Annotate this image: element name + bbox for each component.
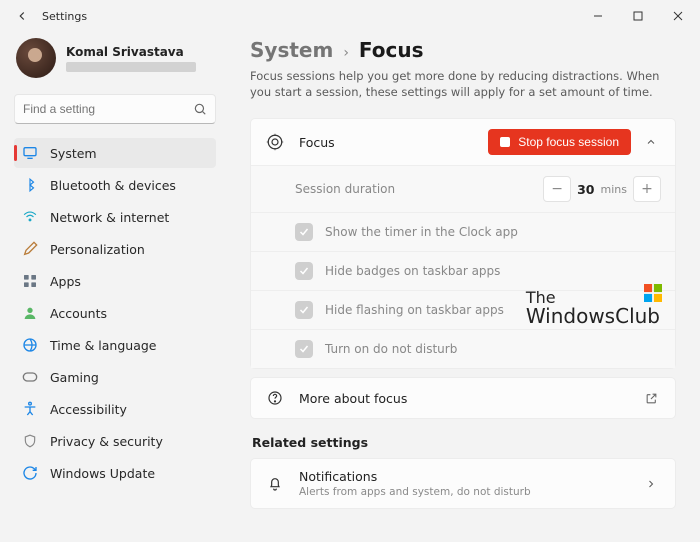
sidebar: Komal Srivastava System Bluetooth & devi… (0, 32, 226, 542)
checkbox-checked-icon[interactable] (295, 223, 313, 241)
bluetooth-icon (22, 177, 38, 193)
nav-item-system[interactable]: System (14, 138, 216, 168)
nav-item-accessibility[interactable]: Accessibility (14, 394, 216, 424)
focus-option-row[interactable]: Turn on do not disturb (251, 329, 675, 368)
nav-item-apps[interactable]: Apps (14, 266, 216, 296)
focus-option-label: Turn on do not disturb (325, 342, 457, 356)
back-button[interactable] (14, 8, 30, 24)
chevron-up-icon[interactable] (641, 132, 661, 152)
nav-item-update[interactable]: Windows Update (14, 458, 216, 488)
nav-label: Windows Update (50, 466, 155, 481)
person-icon (22, 305, 38, 321)
stop-icon (500, 137, 510, 147)
focus-icon (265, 132, 285, 152)
nav-list: System Bluetooth & devices Network & int… (14, 138, 216, 488)
focus-option-label: Hide badges on taskbar apps (325, 264, 500, 278)
more-about-focus-card[interactable]: More about focus (250, 377, 676, 419)
nav-item-time-language[interactable]: Time & language (14, 330, 216, 360)
stop-button-label: Stop focus session (518, 135, 619, 149)
breadcrumb: System › Focus (250, 38, 676, 62)
focus-card: Focus Stop focus session Session duratio… (250, 118, 676, 369)
focus-header-row[interactable]: Focus Stop focus session (251, 119, 675, 165)
duration-increment[interactable]: + (633, 176, 661, 202)
nav-item-gaming[interactable]: Gaming (14, 362, 216, 392)
nav-label: Bluetooth & devices (50, 178, 176, 193)
external-link-icon (641, 388, 661, 408)
nav-label: Privacy & security (50, 434, 163, 449)
accessibility-icon (22, 401, 38, 417)
nav-label: Network & internet (50, 210, 169, 225)
duration-decrement[interactable]: − (543, 176, 571, 202)
related-settings-title: Related settings (252, 435, 676, 450)
focus-option-label: Show the timer in the Clock app (325, 225, 518, 239)
stop-focus-button[interactable]: Stop focus session (488, 129, 631, 155)
search-input[interactable] (23, 102, 193, 116)
focus-header-label: Focus (299, 135, 335, 150)
window-title: Settings (42, 10, 87, 23)
nav-label: Personalization (50, 242, 145, 257)
shield-icon (22, 433, 38, 449)
focus-option-row[interactable]: Hide badges on taskbar apps (251, 251, 675, 290)
page-title: Focus (359, 38, 424, 62)
nav-label: Gaming (50, 370, 99, 385)
breadcrumb-separator: › (343, 45, 349, 61)
notifications-title: Notifications (299, 469, 531, 484)
close-button[interactable] (658, 2, 698, 30)
focus-option-row[interactable]: Show the timer in the Clock app (251, 212, 675, 251)
apps-icon (22, 273, 38, 289)
notifications-subtitle: Alerts from apps and system, do not dist… (299, 486, 531, 498)
focus-option-row[interactable]: Hide flashing on taskbar apps (251, 290, 675, 329)
nav-label: Accounts (50, 306, 107, 321)
system-icon (22, 145, 38, 161)
checkbox-checked-icon[interactable] (295, 340, 313, 358)
page-description: Focus sessions help you get more done by… (250, 68, 670, 100)
session-duration-label: Session duration (295, 182, 395, 196)
profile-name: Komal Srivastava (66, 45, 196, 59)
nav-item-personalization[interactable]: Personalization (14, 234, 216, 264)
notifications-card[interactable]: Notifications Alerts from apps and syste… (250, 458, 676, 509)
nav-item-accounts[interactable]: Accounts (14, 298, 216, 328)
titlebar: Settings (0, 0, 700, 32)
update-icon (22, 465, 38, 481)
more-about-focus-label: More about focus (299, 391, 407, 406)
nav-label: Apps (50, 274, 81, 289)
nav-item-network[interactable]: Network & internet (14, 202, 216, 232)
duration-unit: mins (601, 183, 627, 196)
clock-globe-icon (22, 337, 38, 353)
nav-label: Time & language (50, 338, 156, 353)
chevron-right-icon (641, 474, 661, 494)
checkbox-checked-icon[interactable] (295, 301, 313, 319)
profile-block[interactable]: Komal Srivastava (14, 32, 216, 88)
session-duration-row: Session duration − 30 mins + (251, 165, 675, 212)
checkbox-checked-icon[interactable] (295, 262, 313, 280)
main-content: System › Focus Focus sessions help you g… (226, 32, 700, 542)
search-icon (193, 102, 207, 116)
gamepad-icon (22, 369, 38, 385)
paintbrush-icon (22, 241, 38, 257)
search-box[interactable] (14, 94, 216, 124)
nav-item-privacy[interactable]: Privacy & security (14, 426, 216, 456)
avatar (16, 38, 56, 78)
maximize-button[interactable] (618, 2, 658, 30)
duration-stepper: − 30 mins + (543, 176, 661, 202)
breadcrumb-parent[interactable]: System (250, 38, 333, 62)
profile-email-redacted (66, 62, 196, 72)
duration-value: 30 (577, 182, 594, 197)
wifi-icon (22, 209, 38, 225)
minimize-button[interactable] (578, 2, 618, 30)
focus-option-label: Hide flashing on taskbar apps (325, 303, 504, 317)
help-icon (265, 388, 285, 408)
nav-label: Accessibility (50, 402, 127, 417)
nav-item-bluetooth[interactable]: Bluetooth & devices (14, 170, 216, 200)
bell-icon (265, 474, 285, 494)
nav-label: System (50, 146, 97, 161)
